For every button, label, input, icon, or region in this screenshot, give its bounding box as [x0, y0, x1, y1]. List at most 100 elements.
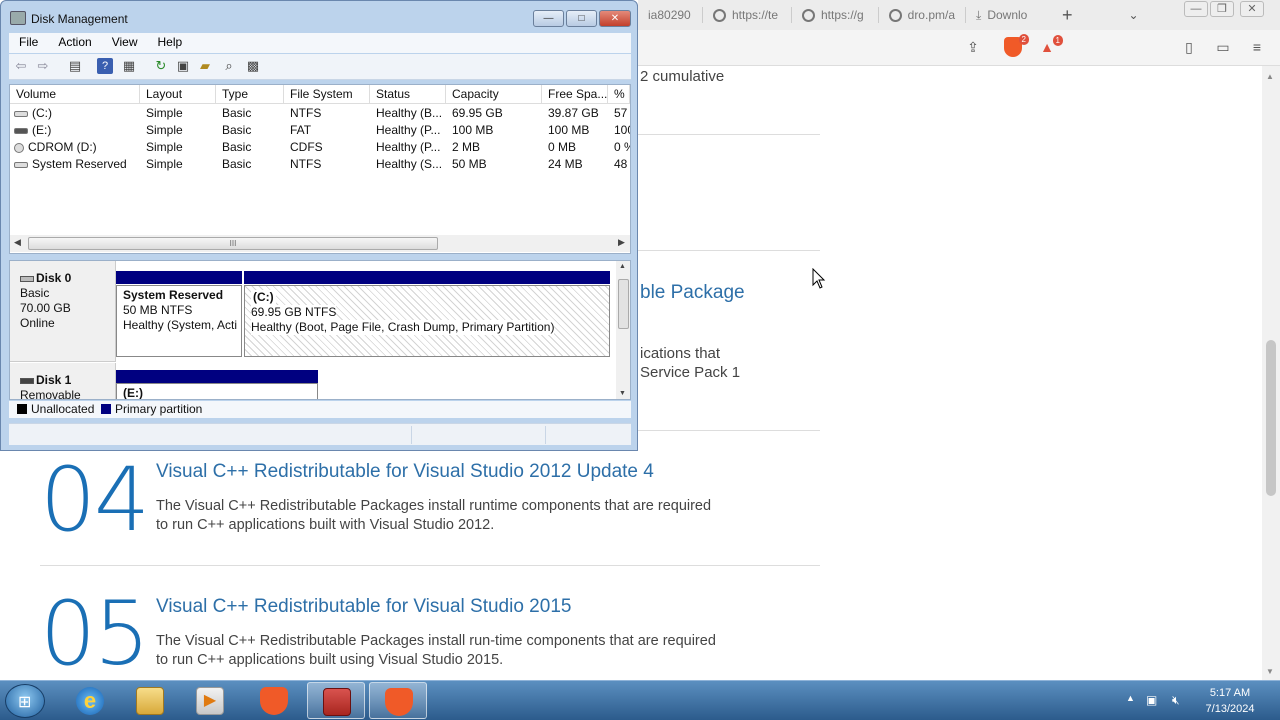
partition-filesystem: 50 MB NTFS: [123, 303, 193, 317]
cell-filesystem: CDFS: [290, 140, 323, 154]
partial-text: ications that: [640, 345, 721, 362]
column-header-type[interactable]: Type: [216, 85, 284, 104]
column-header-filesystem[interactable]: File System: [284, 85, 370, 104]
taskbar-brave-active[interactable]: [369, 682, 427, 719]
menu-file[interactable]: File: [9, 33, 48, 53]
share-icon[interactable]: ⇪: [964, 38, 982, 56]
cell-layout: Simple: [146, 123, 183, 137]
disk-1-label[interactable]: Disk 1 Removable: [10, 363, 116, 399]
show-hidden-icons[interactable]: ▲: [1126, 693, 1135, 703]
page-scrollbar[interactable]: ▲ ▼: [1262, 66, 1280, 680]
browser-tab-4[interactable]: dro.pm/a: [879, 0, 965, 30]
scroll-right-icon[interactable]: ▶: [618, 237, 625, 248]
taskbar-brave[interactable]: [245, 682, 303, 719]
scrollbar-thumb[interactable]: [1266, 340, 1276, 496]
cell-capacity: 69.95 GB: [452, 106, 503, 120]
scroll-down-icon[interactable]: ▼: [1266, 667, 1274, 676]
tab-dropdown-button[interactable]: ⌄: [1129, 8, 1139, 22]
menu-help[interactable]: Help: [148, 33, 193, 53]
table-row[interactable]: (C:) Simple Basic NTFS Healthy (B... 69.…: [10, 105, 630, 122]
maximize-button[interactable]: □: [566, 10, 597, 27]
sidebar-toggle-icon[interactable]: ▯: [1180, 38, 1198, 56]
removable-drive-icon: [14, 127, 28, 134]
brave-shields-icon[interactable]: 2: [1004, 34, 1029, 57]
scroll-up-icon[interactable]: ▲: [619, 263, 626, 270]
browser-minimize-button[interactable]: —: [1184, 1, 1208, 17]
partial-title[interactable]: ble Package: [640, 282, 745, 304]
table-row[interactable]: CDROM (D:) Simple Basic CDFS Healthy (P.…: [10, 139, 630, 156]
browser-tab-2[interactable]: https://te: [703, 0, 791, 30]
partition-e[interactable]: (E:): [116, 383, 318, 399]
brave-rewards-icon[interactable]: ▲ 1: [1038, 35, 1063, 56]
taskbar-media-player[interactable]: ▶: [181, 682, 239, 719]
partition-system-reserved[interactable]: System Reserved 50 MB NTFS Healthy (Syst…: [116, 285, 242, 357]
browser-close-button[interactable]: ✕: [1240, 1, 1264, 17]
item-title-link[interactable]: Visual C++ Redistributable for Visual St…: [156, 461, 654, 483]
item-title-link[interactable]: Visual C++ Redistributable for Visual St…: [156, 596, 571, 618]
disk-size: 70.00 GB: [20, 301, 71, 315]
table-row[interactable]: (E:) Simple Basic FAT Healthy (P... 100 …: [10, 122, 630, 139]
open-folder-icon[interactable]: ▰: [197, 58, 213, 74]
window-title: Disk Management: [31, 12, 128, 26]
table-row[interactable]: System Reserved Simple Basic NTFS Health…: [10, 156, 630, 173]
menu-icon[interactable]: ≡: [1248, 38, 1266, 56]
scroll-up-icon[interactable]: ▲: [1266, 72, 1274, 81]
scroll-down-icon[interactable]: ▼: [619, 390, 626, 397]
taskbar-disk-management[interactable]: [307, 682, 365, 719]
shields-count-badge: 2: [1018, 34, 1029, 45]
forward-icon[interactable]: ⇨: [35, 58, 51, 74]
start-button[interactable]: ⊞: [5, 684, 45, 718]
refresh-icon[interactable]: ↻: [153, 58, 169, 74]
help-icon[interactable]: ?: [97, 58, 113, 74]
network-icon[interactable]: ▣: [1146, 693, 1157, 707]
menu-view[interactable]: View: [102, 33, 148, 53]
toolbar: ⇦ ⇨ ▤ ? ▦ ↻ ▣ ▰ ⌕ ▩: [9, 54, 631, 80]
disk-state: Online: [20, 316, 55, 330]
taskbar-ie[interactable]: e: [61, 682, 119, 719]
rescan-icon[interactable]: ▣: [175, 58, 191, 74]
disk-view-scrollbar[interactable]: ▲ ▼: [616, 261, 630, 399]
partition-c[interactable]: (C:) 69.95 GB NTFS Healthy (Boot, Page F…: [244, 285, 610, 357]
volume-name: (E:): [32, 123, 52, 137]
disk-type: Basic: [20, 286, 50, 300]
search-icon[interactable]: ⌕: [221, 58, 237, 74]
properties-icon[interactable]: ▦: [121, 58, 137, 74]
title-bar[interactable]: Disk Management — □ ✕: [1, 1, 637, 33]
column-header-status[interactable]: Status: [370, 85, 446, 104]
partition-bar: [116, 271, 242, 284]
browser-restore-button[interactable]: ❐: [1210, 1, 1234, 17]
column-header-capacity[interactable]: Capacity: [446, 85, 542, 104]
browser-tab-1[interactable]: ia80290: [638, 0, 702, 30]
status-bar: [9, 423, 631, 445]
menu-action[interactable]: Action: [48, 33, 101, 53]
tab-label: ia80290: [648, 8, 691, 22]
settings-icon[interactable]: ▩: [245, 58, 261, 74]
taskbar-explorer[interactable]: [121, 682, 179, 719]
wallet-icon[interactable]: ▭: [1214, 38, 1232, 56]
disk-management-icon: [323, 688, 351, 716]
new-tab-button[interactable]: +: [1050, 5, 1085, 26]
close-button[interactable]: ✕: [599, 10, 631, 27]
back-icon[interactable]: ⇦: [13, 58, 29, 74]
column-header-volume[interactable]: Volume: [10, 85, 140, 104]
partition-bar: [116, 370, 318, 383]
download-icon: ⤓: [976, 7, 982, 22]
cell-free-space: 24 MB: [548, 157, 583, 171]
browser-tab-3[interactable]: https://g: [792, 0, 878, 30]
item-number: 04: [40, 448, 150, 551]
column-header-layout[interactable]: Layout: [140, 85, 216, 104]
horizontal-scrollbar[interactable]: ◀ III ▶: [10, 235, 630, 252]
column-header-free-space[interactable]: Free Spa...: [542, 85, 608, 104]
browser-tab-5[interactable]: ⤓ Downlo: [966, 0, 1050, 30]
minimize-button[interactable]: —: [533, 10, 564, 27]
disk-view-scrollbar-thumb[interactable]: [618, 279, 629, 329]
column-header-percent-free[interactable]: % F: [608, 85, 630, 104]
volume-muted-icon[interactable]: 🔇︎: [1172, 693, 1180, 708]
cell-layout: Simple: [146, 140, 183, 154]
console-tree-icon[interactable]: ▤: [67, 58, 83, 74]
system-clock[interactable]: 5:17 AM 7/13/2024: [1198, 685, 1262, 717]
disk-0-label[interactable]: Disk 0 Basic 70.00 GB Online: [10, 261, 116, 362]
horizontal-scrollbar-thumb[interactable]: III: [28, 237, 438, 250]
cell-capacity: 100 MB: [452, 123, 494, 137]
scroll-left-icon[interactable]: ◀: [14, 237, 21, 248]
